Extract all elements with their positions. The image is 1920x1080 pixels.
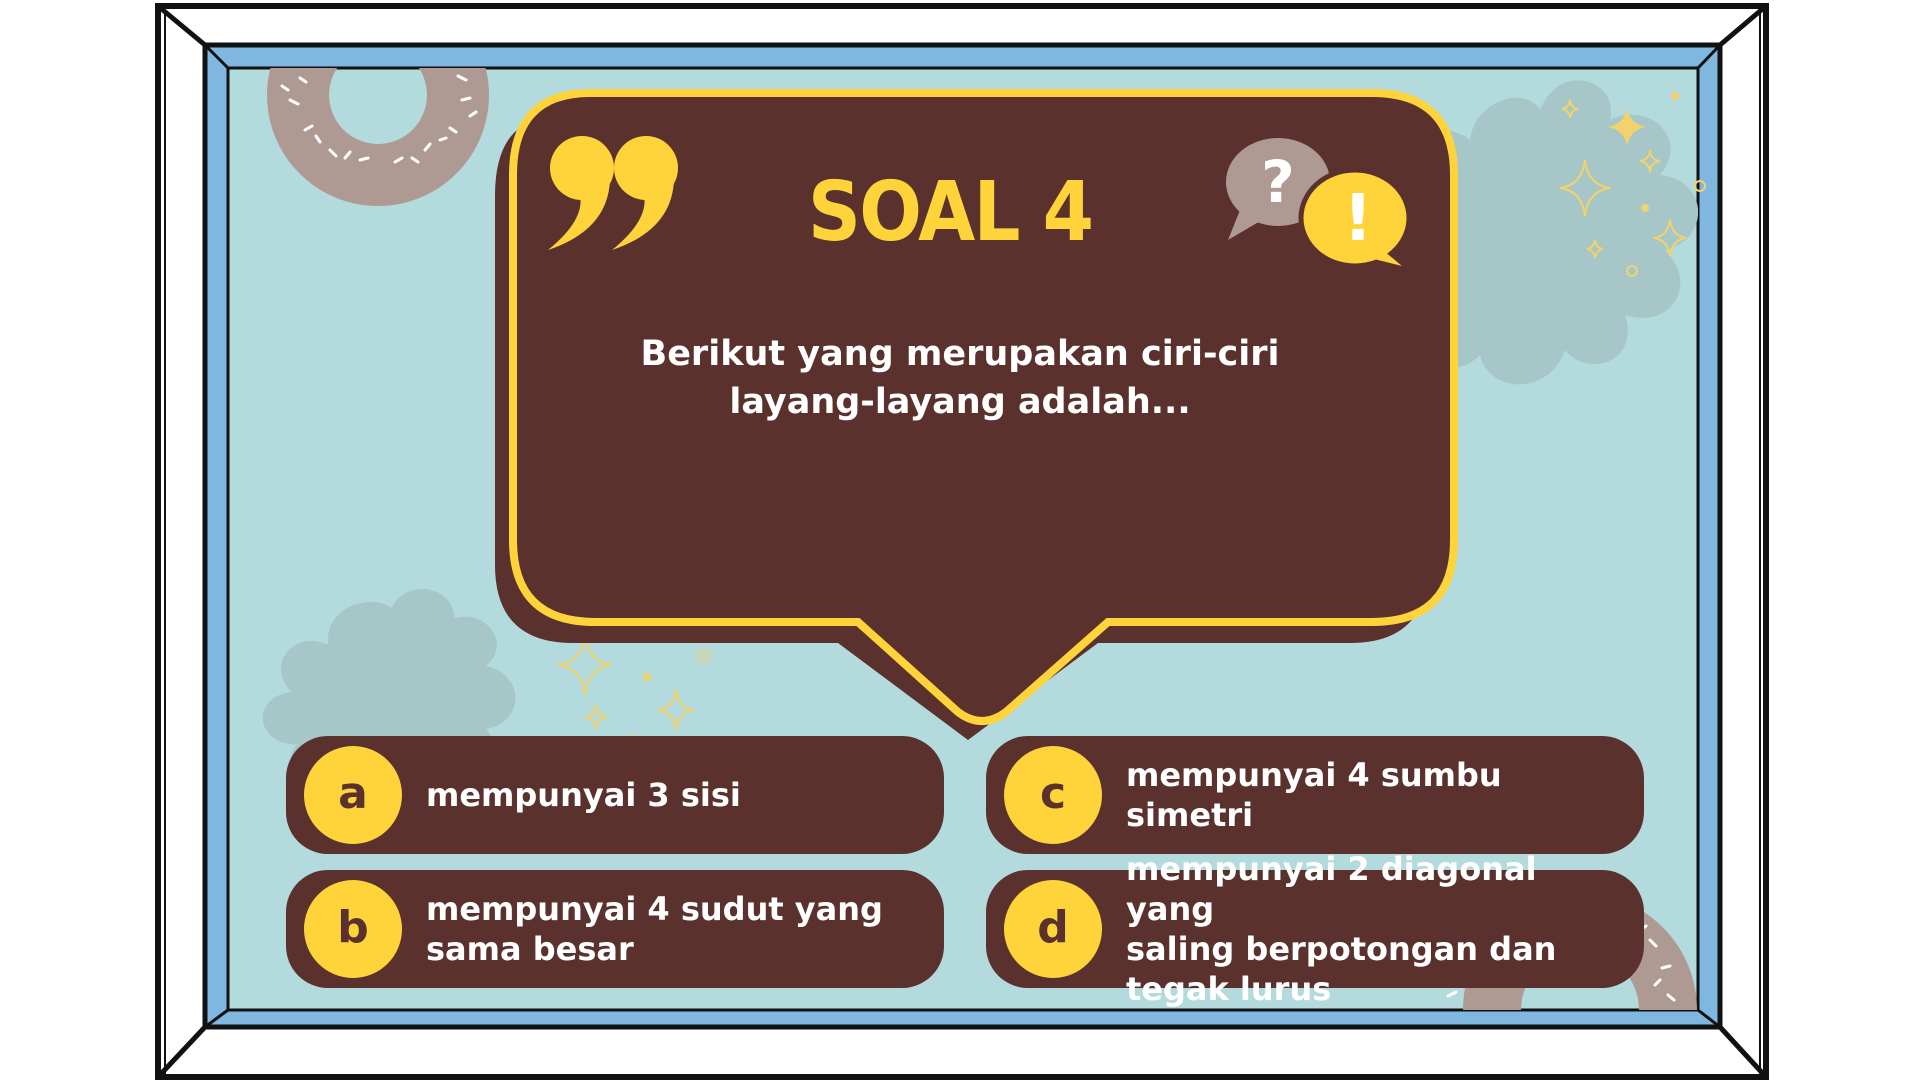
option-text: mempunyai 4 sudut yang sama besar	[426, 890, 883, 968]
svg-text:?: ?	[1261, 148, 1295, 216]
option-text: mempunyai 2 diagonal yang saling berpoto…	[1126, 850, 1557, 1008]
svg-text:!: !	[1343, 182, 1372, 256]
option-letter-badge: a	[304, 746, 402, 844]
answer-option-c[interactable]: c mempunyai 4 sumbu simetri	[986, 736, 1644, 854]
answer-option-d[interactable]: d mempunyai 2 diagonal yang saling berpo…	[986, 850, 1644, 1008]
quiz-slide: ? ! SOAL 4 Berikut yang merupakan ciri-c…	[0, 0, 1920, 1080]
speech-bubble-exclamation-icon: !	[1298, 167, 1412, 269]
option-letter-badge: b	[304, 880, 402, 978]
option-text: mempunyai 3 sisi	[426, 776, 741, 814]
option-letter-badge: d	[1004, 880, 1102, 978]
question-title: SOAL 4	[807, 165, 1094, 260]
answer-option-a[interactable]: a mempunyai 3 sisi	[286, 736, 944, 854]
answer-option-b[interactable]: b mempunyai 4 sudut yang sama besar	[286, 870, 944, 988]
option-letter-badge: c	[1004, 746, 1102, 844]
option-text: mempunyai 4 sumbu simetri	[1126, 756, 1502, 834]
question-text: Berikut yang merupakan ciri-ciri layang-…	[640, 334, 1280, 422]
